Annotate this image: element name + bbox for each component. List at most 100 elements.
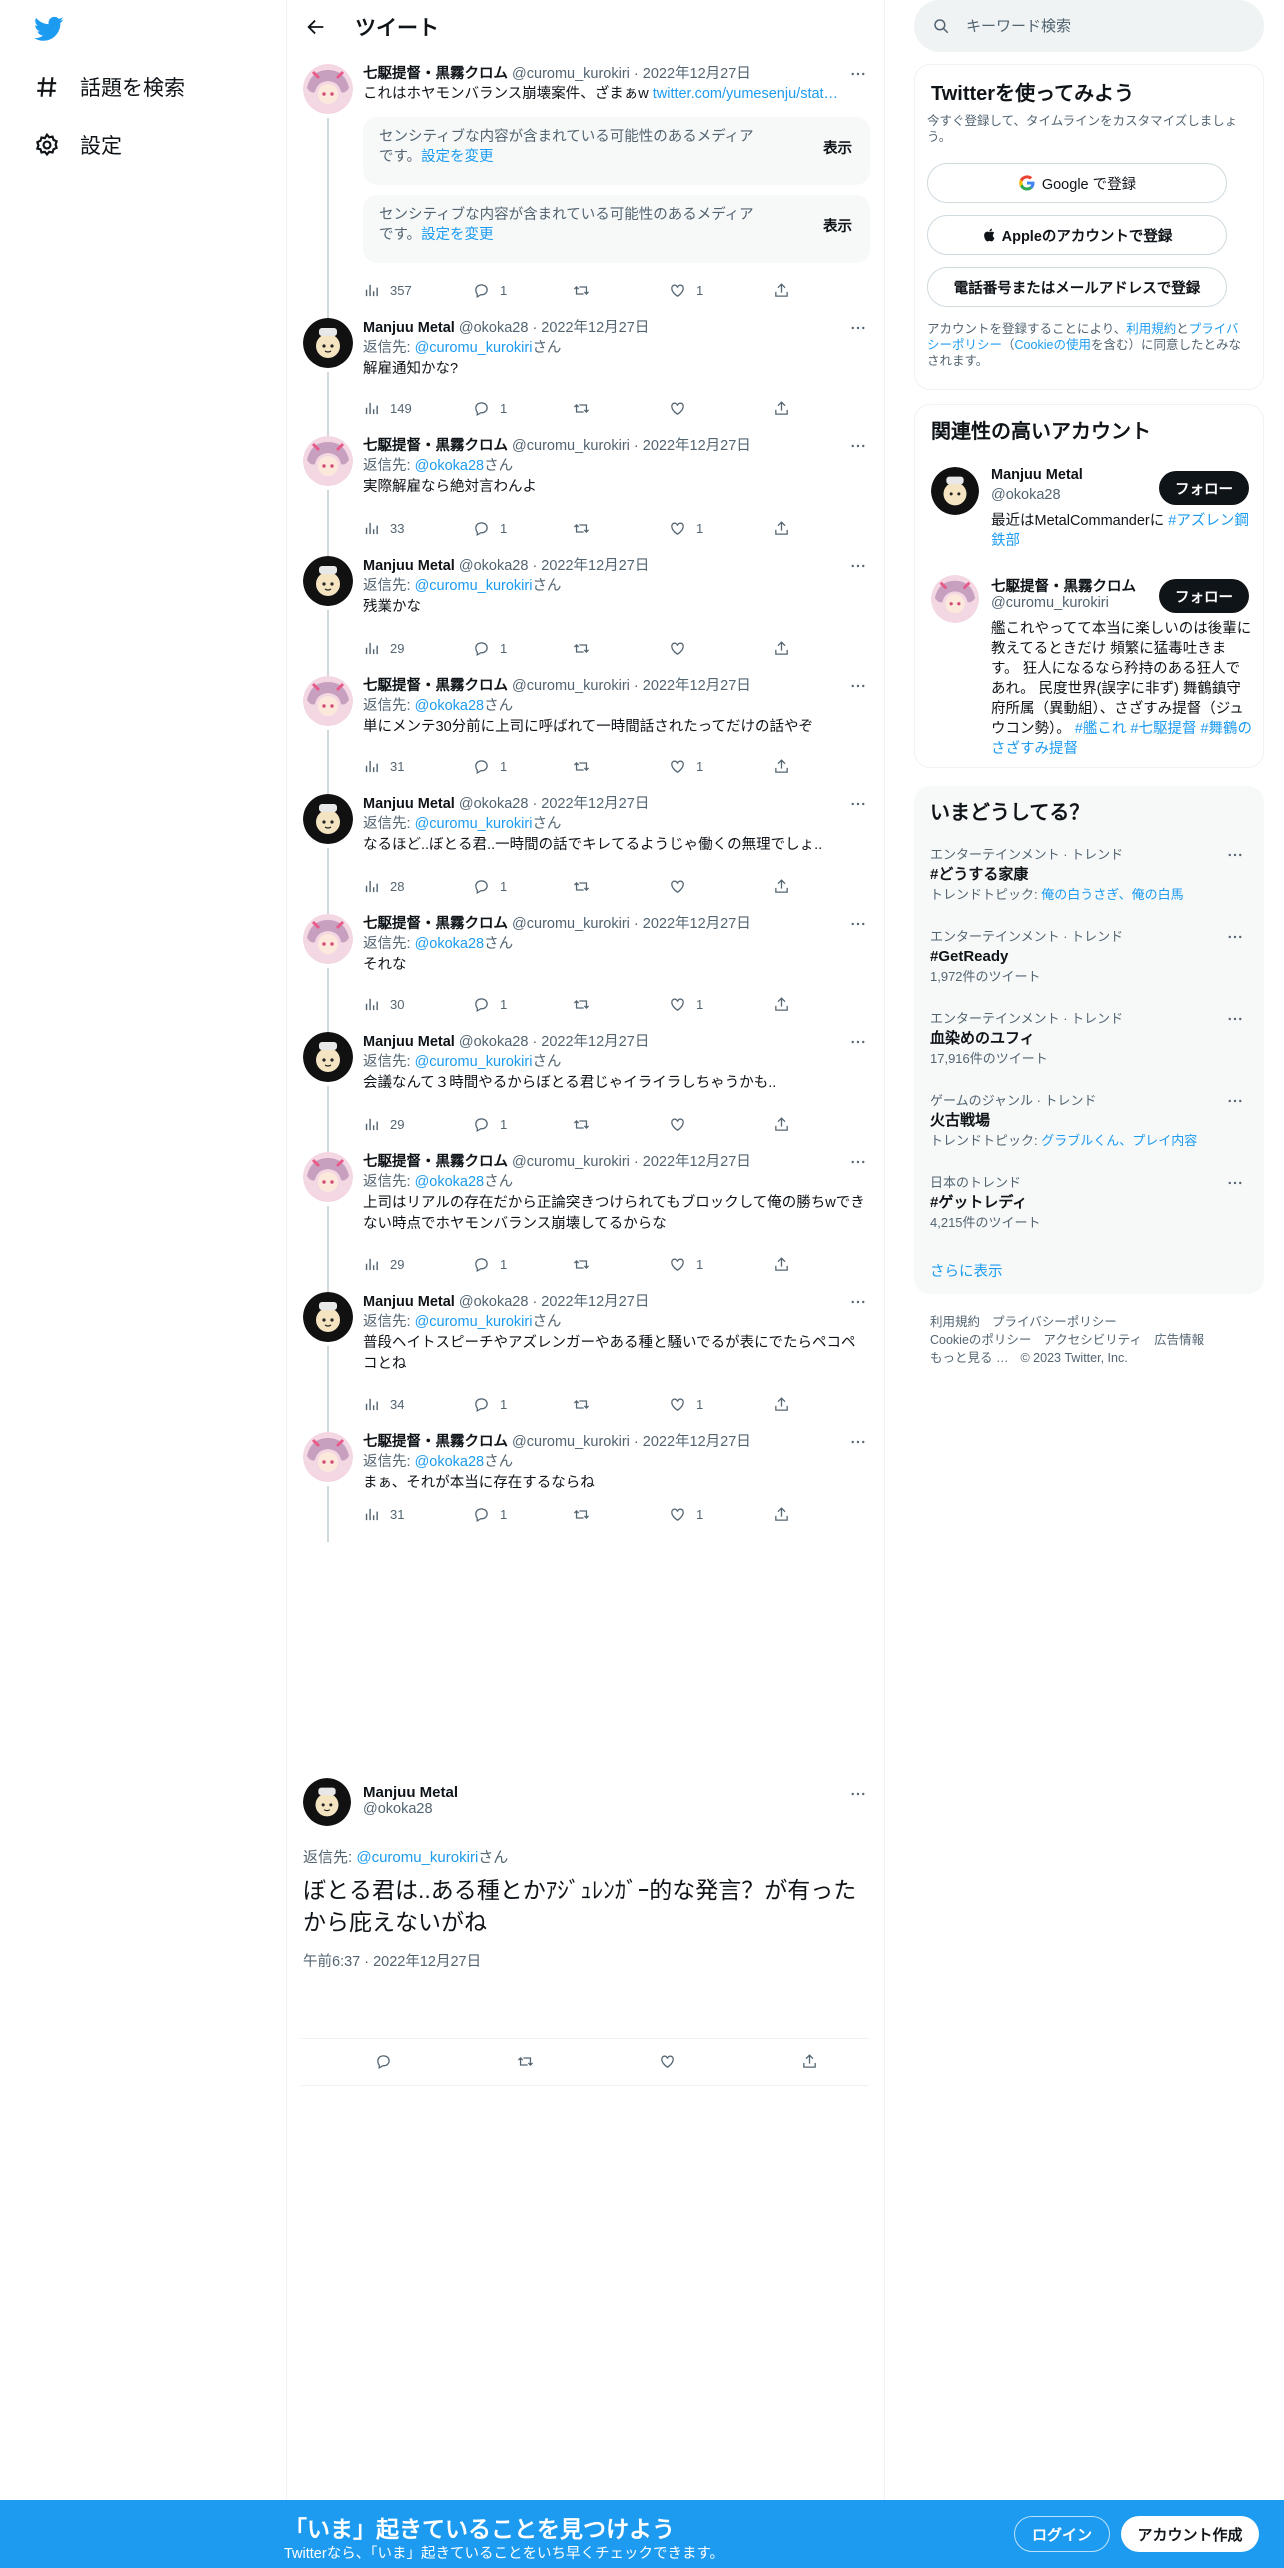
retweet-button[interactable] <box>517 2053 534 2070</box>
mention-link[interactable]: @curomu_kurokiri <box>415 1314 533 1330</box>
like-button[interactable]: 1 <box>669 758 703 775</box>
retweet-button[interactable] <box>573 996 600 1013</box>
author-handle-date[interactable]: @curomu_kurokiri · 2022年12月27日 <box>512 916 751 932</box>
apple-signup-button[interactable]: Appleのアカウントで登録 <box>927 215 1227 255</box>
mention-link[interactable]: @okoka28 <box>415 1174 485 1190</box>
share-button[interactable] <box>773 640 790 657</box>
share-button[interactable] <box>773 1396 790 1413</box>
author-name[interactable]: 七駆提督・黒霧クロム <box>363 438 508 454</box>
author-name[interactable]: Manjuu Metal <box>363 558 455 574</box>
more-options-icon[interactable] <box>846 1784 870 1804</box>
more-options-icon[interactable] <box>846 676 870 696</box>
nav-explore[interactable]: 話題を検索 <box>30 64 185 110</box>
mention-link[interactable]: @okoka28 <box>415 936 485 952</box>
tweet-timestamp[interactable]: 午前6:37 · 2022年12月27日 <box>303 1950 481 1971</box>
more-options-icon[interactable] <box>846 1432 870 1452</box>
google-signup-button[interactable]: Google で登録 <box>927 163 1227 203</box>
more-options-icon[interactable] <box>846 794 870 814</box>
retweet-button[interactable] <box>573 1396 600 1413</box>
like-button[interactable]: 1 <box>669 1256 703 1273</box>
more-options-icon[interactable] <box>1226 1092 1250 1110</box>
mention-link[interactable]: @curomu_kurokiri <box>415 578 533 594</box>
share-button[interactable] <box>801 2053 818 2070</box>
more-options-icon[interactable] <box>846 64 870 84</box>
avatar[interactable] <box>303 1292 353 1342</box>
views-button[interactable]: 30 <box>363 996 404 1013</box>
trend-topic-link[interactable]: グラブルくん、プレイ内容 <box>1041 1133 1197 1148</box>
trend-item[interactable]: 日本のトレンド #ゲットレディ 4,215件のツイート <box>930 1174 1250 1232</box>
phone-email-signup-button[interactable]: 電話番号またはメールアドレスで登録 <box>927 267 1227 307</box>
tweet[interactable]: Manjuu Metal @okoka28 · 2022年12月27日 返信先: … <box>287 1292 884 1432</box>
author-handle-date[interactable]: @okoka28 · 2022年12月27日 <box>459 320 649 336</box>
footer-accessibility-link[interactable]: アクセシビリティ <box>1043 1333 1142 1347</box>
more-options-icon[interactable] <box>846 1032 870 1052</box>
retweet-button[interactable] <box>573 1116 600 1133</box>
more-options-icon[interactable] <box>846 318 870 338</box>
reply-button[interactable]: 1 <box>473 1116 507 1133</box>
author-name[interactable]: Manjuu Metal <box>363 320 455 336</box>
tweet[interactable]: 七駆提督・黒霧クロム @curomu_kurokiri · 2022年12月27… <box>287 436 884 556</box>
avatar[interactable] <box>303 556 353 606</box>
views-button[interactable]: 33 <box>363 520 404 537</box>
author-handle-date[interactable]: @curomu_kurokiri · 2022年12月27日 <box>512 66 751 82</box>
like-button[interactable] <box>669 878 696 895</box>
reply-button[interactable]: 1 <box>473 878 507 895</box>
like-button[interactable]: 1 <box>669 1396 703 1413</box>
trend-item[interactable]: エンターテインメント · トレンド #どうする家康 トレンドトピック: 俺の白うさぎ… <box>930 846 1250 904</box>
share-button[interactable] <box>773 758 790 775</box>
retweet-button[interactable] <box>573 640 600 657</box>
more-options-icon[interactable] <box>846 1152 870 1172</box>
share-button[interactable] <box>773 520 790 537</box>
nav-settings[interactable]: 設定 <box>30 122 122 168</box>
login-button[interactable]: ログイン <box>1014 2516 1110 2552</box>
more-options-icon[interactable] <box>1226 1010 1250 1028</box>
views-button[interactable]: 28 <box>363 878 404 895</box>
footer-more-link[interactable]: もっと見る … <box>930 1351 1008 1365</box>
like-button[interactable]: 1 <box>669 520 703 537</box>
footer-ads-link[interactable]: 広告情報 <box>1154 1333 1204 1347</box>
views-button[interactable]: 29 <box>363 1256 404 1273</box>
retweet-button[interactable] <box>573 1506 600 1523</box>
avatar[interactable] <box>303 1032 353 1082</box>
reply-button[interactable]: 1 <box>473 1506 507 1523</box>
share-button[interactable] <box>773 282 790 299</box>
follow-button[interactable]: フォロー <box>1159 471 1249 505</box>
related-account-name[interactable]: 七駆提督・黒霧クロム <box>991 575 1136 596</box>
reply-button[interactable]: 1 <box>473 520 507 537</box>
more-options-icon[interactable] <box>846 914 870 934</box>
mention-link[interactable]: @curomu_kurokiri <box>415 1054 533 1070</box>
related-account[interactable]: Manjuu Metal @okoka28 フォロー 最近はMetalComma… <box>915 461 1265 557</box>
author-name[interactable]: Manjuu Metal <box>363 1294 455 1310</box>
share-button[interactable] <box>773 1506 790 1523</box>
footer-privacy-link[interactable]: プライバシーポリシー <box>992 1315 1117 1329</box>
like-button[interactable]: 1 <box>669 1506 703 1523</box>
tweet-link[interactable]: twitter.com/yumesenju/stat… <box>653 86 838 102</box>
reply-button[interactable] <box>375 2053 392 2070</box>
views-button[interactable]: 149 <box>363 400 412 417</box>
back-button[interactable] <box>299 10 333 44</box>
author-handle-date[interactable]: @okoka28 · 2022年12月27日 <box>459 1034 649 1050</box>
tweet[interactable]: Manjuu Metal @okoka28 · 2022年12月27日 返信先: … <box>287 556 884 676</box>
mention-link[interactable]: @curomu_kurokiri <box>356 1849 478 1866</box>
views-button[interactable]: 31 <box>363 758 404 775</box>
reply-button[interactable]: 1 <box>473 1396 507 1413</box>
signup-button[interactable]: アカウント作成 <box>1121 2516 1259 2552</box>
avatar[interactable] <box>303 1778 351 1826</box>
avatar[interactable] <box>931 467 979 515</box>
like-button[interactable]: 1 <box>669 282 703 299</box>
author-name[interactable]: 七駆提督・黒霧クロム <box>363 916 508 932</box>
change-settings-link[interactable]: 設定を変更 <box>421 227 494 243</box>
like-button[interactable] <box>669 640 696 657</box>
author-name[interactable]: 七駆提督・黒霧クロム <box>363 66 508 82</box>
reply-button[interactable]: 1 <box>473 1256 507 1273</box>
follow-button[interactable]: フォロー <box>1159 579 1249 613</box>
more-options-icon[interactable] <box>846 436 870 456</box>
related-account-name[interactable]: Manjuu Metal <box>991 467 1083 483</box>
footer-cookie-link[interactable]: Cookieのポリシー <box>930 1333 1031 1347</box>
author-handle-date[interactable]: @okoka28 · 2022年12月27日 <box>459 1294 649 1310</box>
reply-button[interactable]: 1 <box>473 640 507 657</box>
show-more-link[interactable]: さらに表示 <box>930 1260 1003 1281</box>
more-options-icon[interactable] <box>1226 1174 1250 1192</box>
author-handle-date[interactable]: @okoka28 · 2022年12月27日 <box>459 558 649 574</box>
more-options-icon[interactable] <box>1226 928 1250 946</box>
